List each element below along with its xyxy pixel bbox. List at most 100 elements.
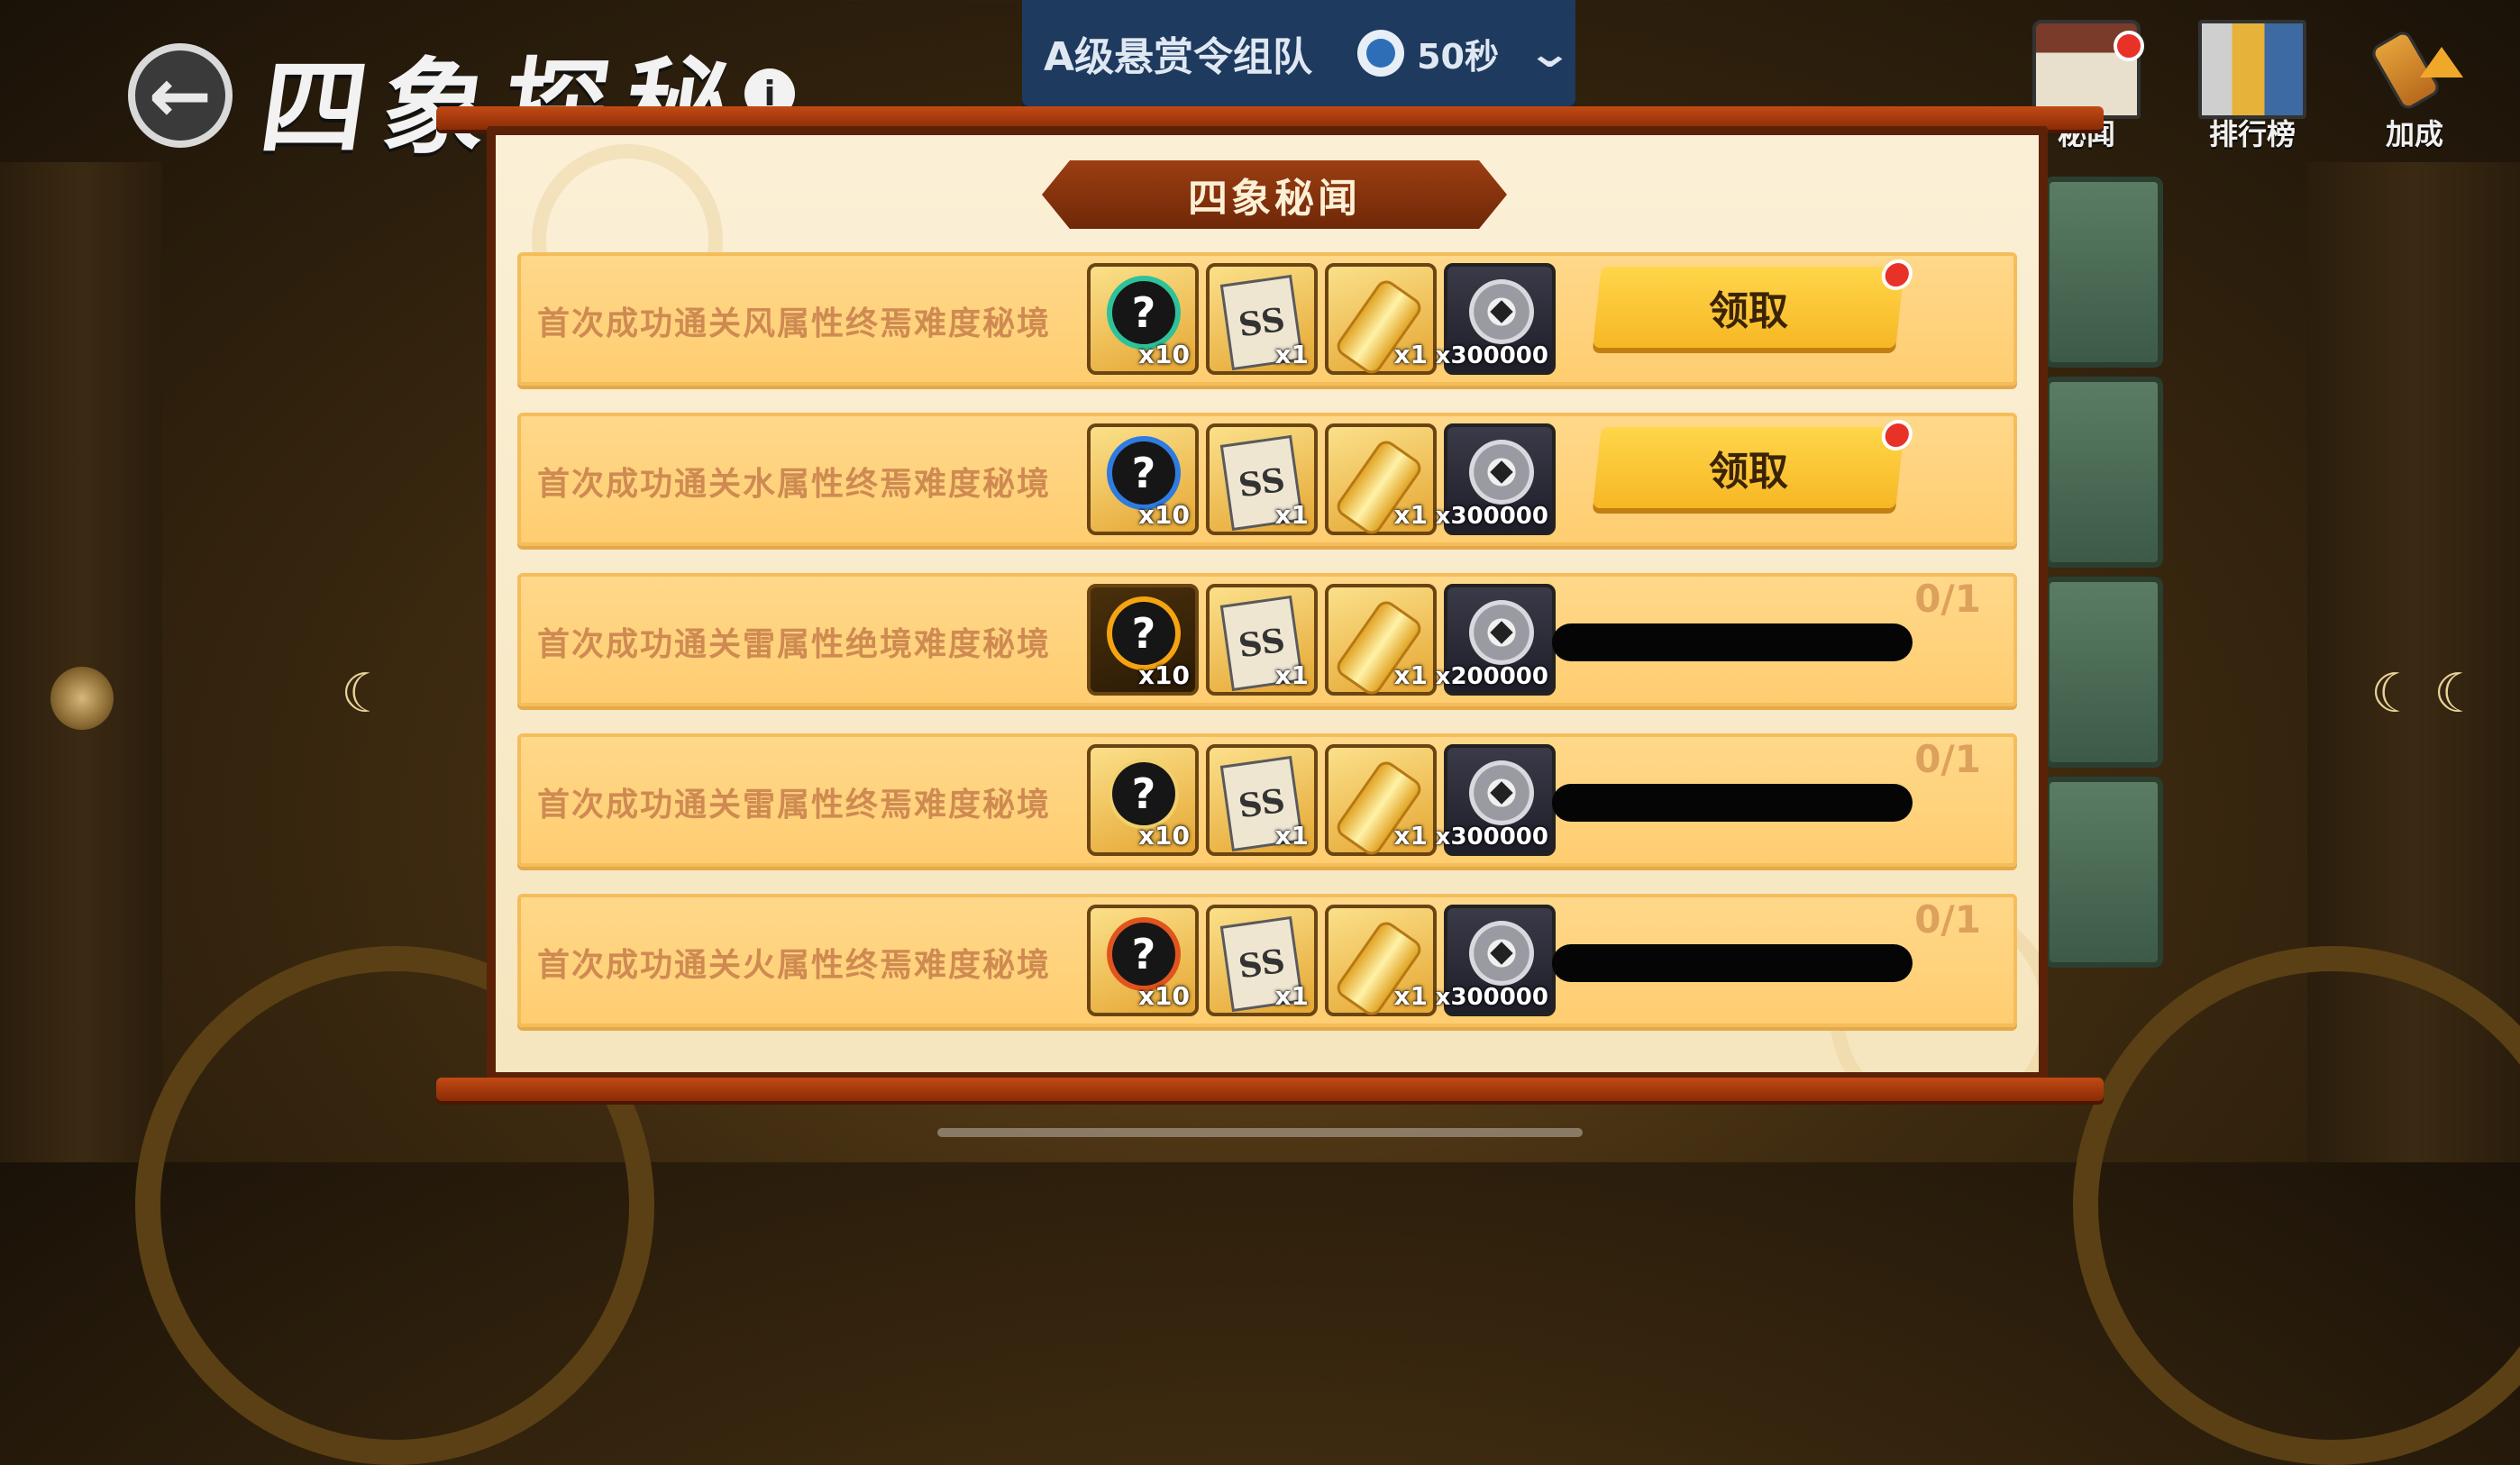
mystery-orb-icon: ? (1112, 441, 1175, 505)
coin-icon (1469, 279, 1534, 344)
reward-qty: x10 (1137, 821, 1190, 851)
reward-qty: x1 (1274, 981, 1309, 1011)
reward-qty: x1 (1393, 500, 1428, 530)
reward-coins[interactable]: x300000 (1436, 263, 1556, 375)
reward-qty: x1 (1274, 500, 1309, 530)
reward-thunder-orb[interactable]: ? x10 (1087, 584, 1199, 696)
back-button[interactable]: ← (128, 43, 233, 148)
menu-leaderboard[interactable]: 排行榜 (2185, 20, 2320, 153)
reward-coins[interactable]: x300000 (1436, 905, 1556, 1016)
home-indicator[interactable] (937, 1128, 1583, 1137)
reward-coins[interactable]: x300000 (1436, 744, 1556, 856)
mystery-orb-icon: ? (1112, 923, 1175, 986)
progress-bar (1552, 784, 1913, 822)
claim-button-label: 领取 (1709, 288, 1788, 334)
secret-lore-icon (2032, 20, 2144, 119)
coin-icon (1469, 600, 1534, 665)
coin-icon (1469, 760, 1534, 825)
reward-ss-scroll[interactable]: SS x1 (1206, 584, 1318, 696)
moon-ornament-icon: ☾ (2433, 662, 2482, 725)
reward-qty: x1 (1274, 340, 1309, 369)
moon-ornament-icon: ☾ (341, 662, 389, 725)
side-tab (2044, 777, 2163, 968)
reward-qty: x10 (1137, 500, 1190, 530)
secret-lore-panel: 四象秘闻 首次成功通关风属性终焉难度秘境 ? x10 SS x1 x1 x300… (487, 126, 2048, 1081)
side-tab (2044, 177, 2163, 368)
claim-button[interactable]: 领取 (1593, 259, 1914, 348)
mystery-orb-icon: ? (1112, 762, 1175, 825)
task-row-thunder-extreme: 首次成功通关雷属性绝境难度秘境 ? x10 SS x1 x1 x200000 0… (517, 573, 2017, 706)
coin-icon (1469, 921, 1534, 986)
reward-qty: x300000 (1435, 342, 1548, 369)
menu-bonus[interactable]: 加成 (2347, 20, 2482, 153)
reward-qty: x300000 (1435, 984, 1548, 1011)
reward-fire-orb[interactable]: ? x10 (1087, 905, 1199, 1016)
progress-count: 0/1 (1914, 577, 1981, 621)
reward-thunder-orb[interactable]: ? x10 (1087, 744, 1199, 856)
notification-badge (2114, 31, 2144, 61)
progress-count: 0/1 (1914, 897, 1981, 942)
back-arrow-icon: ← (148, 51, 213, 140)
reward-wind-orb[interactable]: ? x10 (1087, 263, 1199, 375)
chevron-down-icon[interactable]: ⌄ (1527, 31, 1574, 77)
moon-ornament-icon: ☾ (2370, 662, 2419, 725)
reward-coins[interactable]: x200000 (1436, 584, 1556, 696)
reward-ss-scroll[interactable]: SS x1 (1206, 905, 1318, 1016)
reward-qty: x10 (1137, 340, 1190, 369)
reward-ss-scroll[interactable]: SS x1 (1206, 423, 1318, 535)
lantern (50, 667, 114, 730)
task-description: 首次成功通关雷属性终焉难度秘境 (537, 787, 1052, 823)
notification-badge (1879, 420, 1914, 450)
reward-water-orb[interactable]: ? x10 (1087, 423, 1199, 535)
mystery-orb-icon: ? (1112, 281, 1175, 344)
reward-gold-scroll[interactable]: x1 (1325, 423, 1437, 539)
team-invite-timer: 50秒 (1417, 36, 1499, 77)
reward-qty: x1 (1393, 821, 1428, 851)
reward-qty: x10 (1137, 981, 1190, 1011)
claim-button-label: 领取 (1709, 449, 1788, 495)
reward-qty: x300000 (1435, 823, 1548, 851)
reward-qty: x200000 (1435, 663, 1548, 690)
task-description: 首次成功通关火属性终焉难度秘境 (537, 947, 1052, 984)
team-invite-title: A级悬赏令组队 (1044, 34, 1313, 80)
bonus-icon (2360, 20, 2469, 119)
arrow-up-icon (2420, 47, 2463, 77)
reward-qty: x1 (1274, 821, 1309, 851)
notification-badge (1879, 259, 1914, 290)
reward-qty: x300000 (1435, 503, 1548, 530)
floor-ornament (2073, 946, 2520, 1465)
reward-qty: x1 (1393, 340, 1428, 369)
panel-title: 四象秘闻 (1188, 176, 1361, 222)
reward-gold-scroll[interactable]: x1 (1325, 584, 1437, 699)
reward-gold-scroll[interactable]: x1 (1325, 744, 1437, 860)
coin-icon (1469, 440, 1534, 505)
progress-count: 0/1 (1914, 737, 1981, 781)
team-invite-banner[interactable]: A级悬赏令组队 50秒 ⌄ (1022, 0, 1575, 106)
reward-qty: x10 (1137, 660, 1190, 690)
reward-gold-scroll[interactable]: x1 (1325, 905, 1437, 1020)
progress-bar (1552, 944, 1913, 982)
side-tab (2044, 377, 2163, 568)
task-description: 首次成功通关雷属性绝境难度秘境 (537, 626, 1052, 663)
reward-ss-scroll[interactable]: SS x1 (1206, 263, 1318, 375)
reward-qty: x1 (1393, 660, 1428, 690)
reward-qty: x1 (1393, 981, 1428, 1011)
panel-content: 四象秘闻 首次成功通关风属性终焉难度秘境 ? x10 SS x1 x1 x300… (496, 135, 2039, 1072)
reward-coins[interactable]: x300000 (1436, 423, 1556, 535)
pillar (0, 162, 162, 1162)
reward-ss-scroll[interactable]: SS x1 (1206, 744, 1318, 856)
task-row-thunder-ultimate: 首次成功通关雷属性终焉难度秘境 ? x10 SS x1 x1 x300000 0… (517, 733, 2017, 867)
task-row-fire: 首次成功通关火属性终焉难度秘境 ? x10 SS x1 x1 x300000 0… (517, 894, 2017, 1027)
task-description: 首次成功通关风属性终焉难度秘境 (537, 305, 1052, 342)
scroll-rod-bottom (436, 1078, 2104, 1101)
progress-bar (1552, 623, 1913, 661)
task-description: 首次成功通关水属性终焉难度秘境 (537, 466, 1052, 503)
reward-gold-scroll[interactable]: x1 (1325, 263, 1437, 378)
task-row-wind: 首次成功通关风属性终焉难度秘境 ? x10 SS x1 x1 x300000 领… (517, 252, 2017, 386)
task-row-water: 首次成功通关水属性终焉难度秘境 ? x10 SS x1 x1 x300000 领… (517, 413, 2017, 546)
claim-button[interactable]: 领取 (1593, 420, 1914, 508)
reward-qty: x1 (1274, 660, 1309, 690)
leaderboard-icon (2198, 20, 2306, 119)
side-tab (2044, 577, 2163, 768)
timer-icon (1357, 30, 1405, 77)
